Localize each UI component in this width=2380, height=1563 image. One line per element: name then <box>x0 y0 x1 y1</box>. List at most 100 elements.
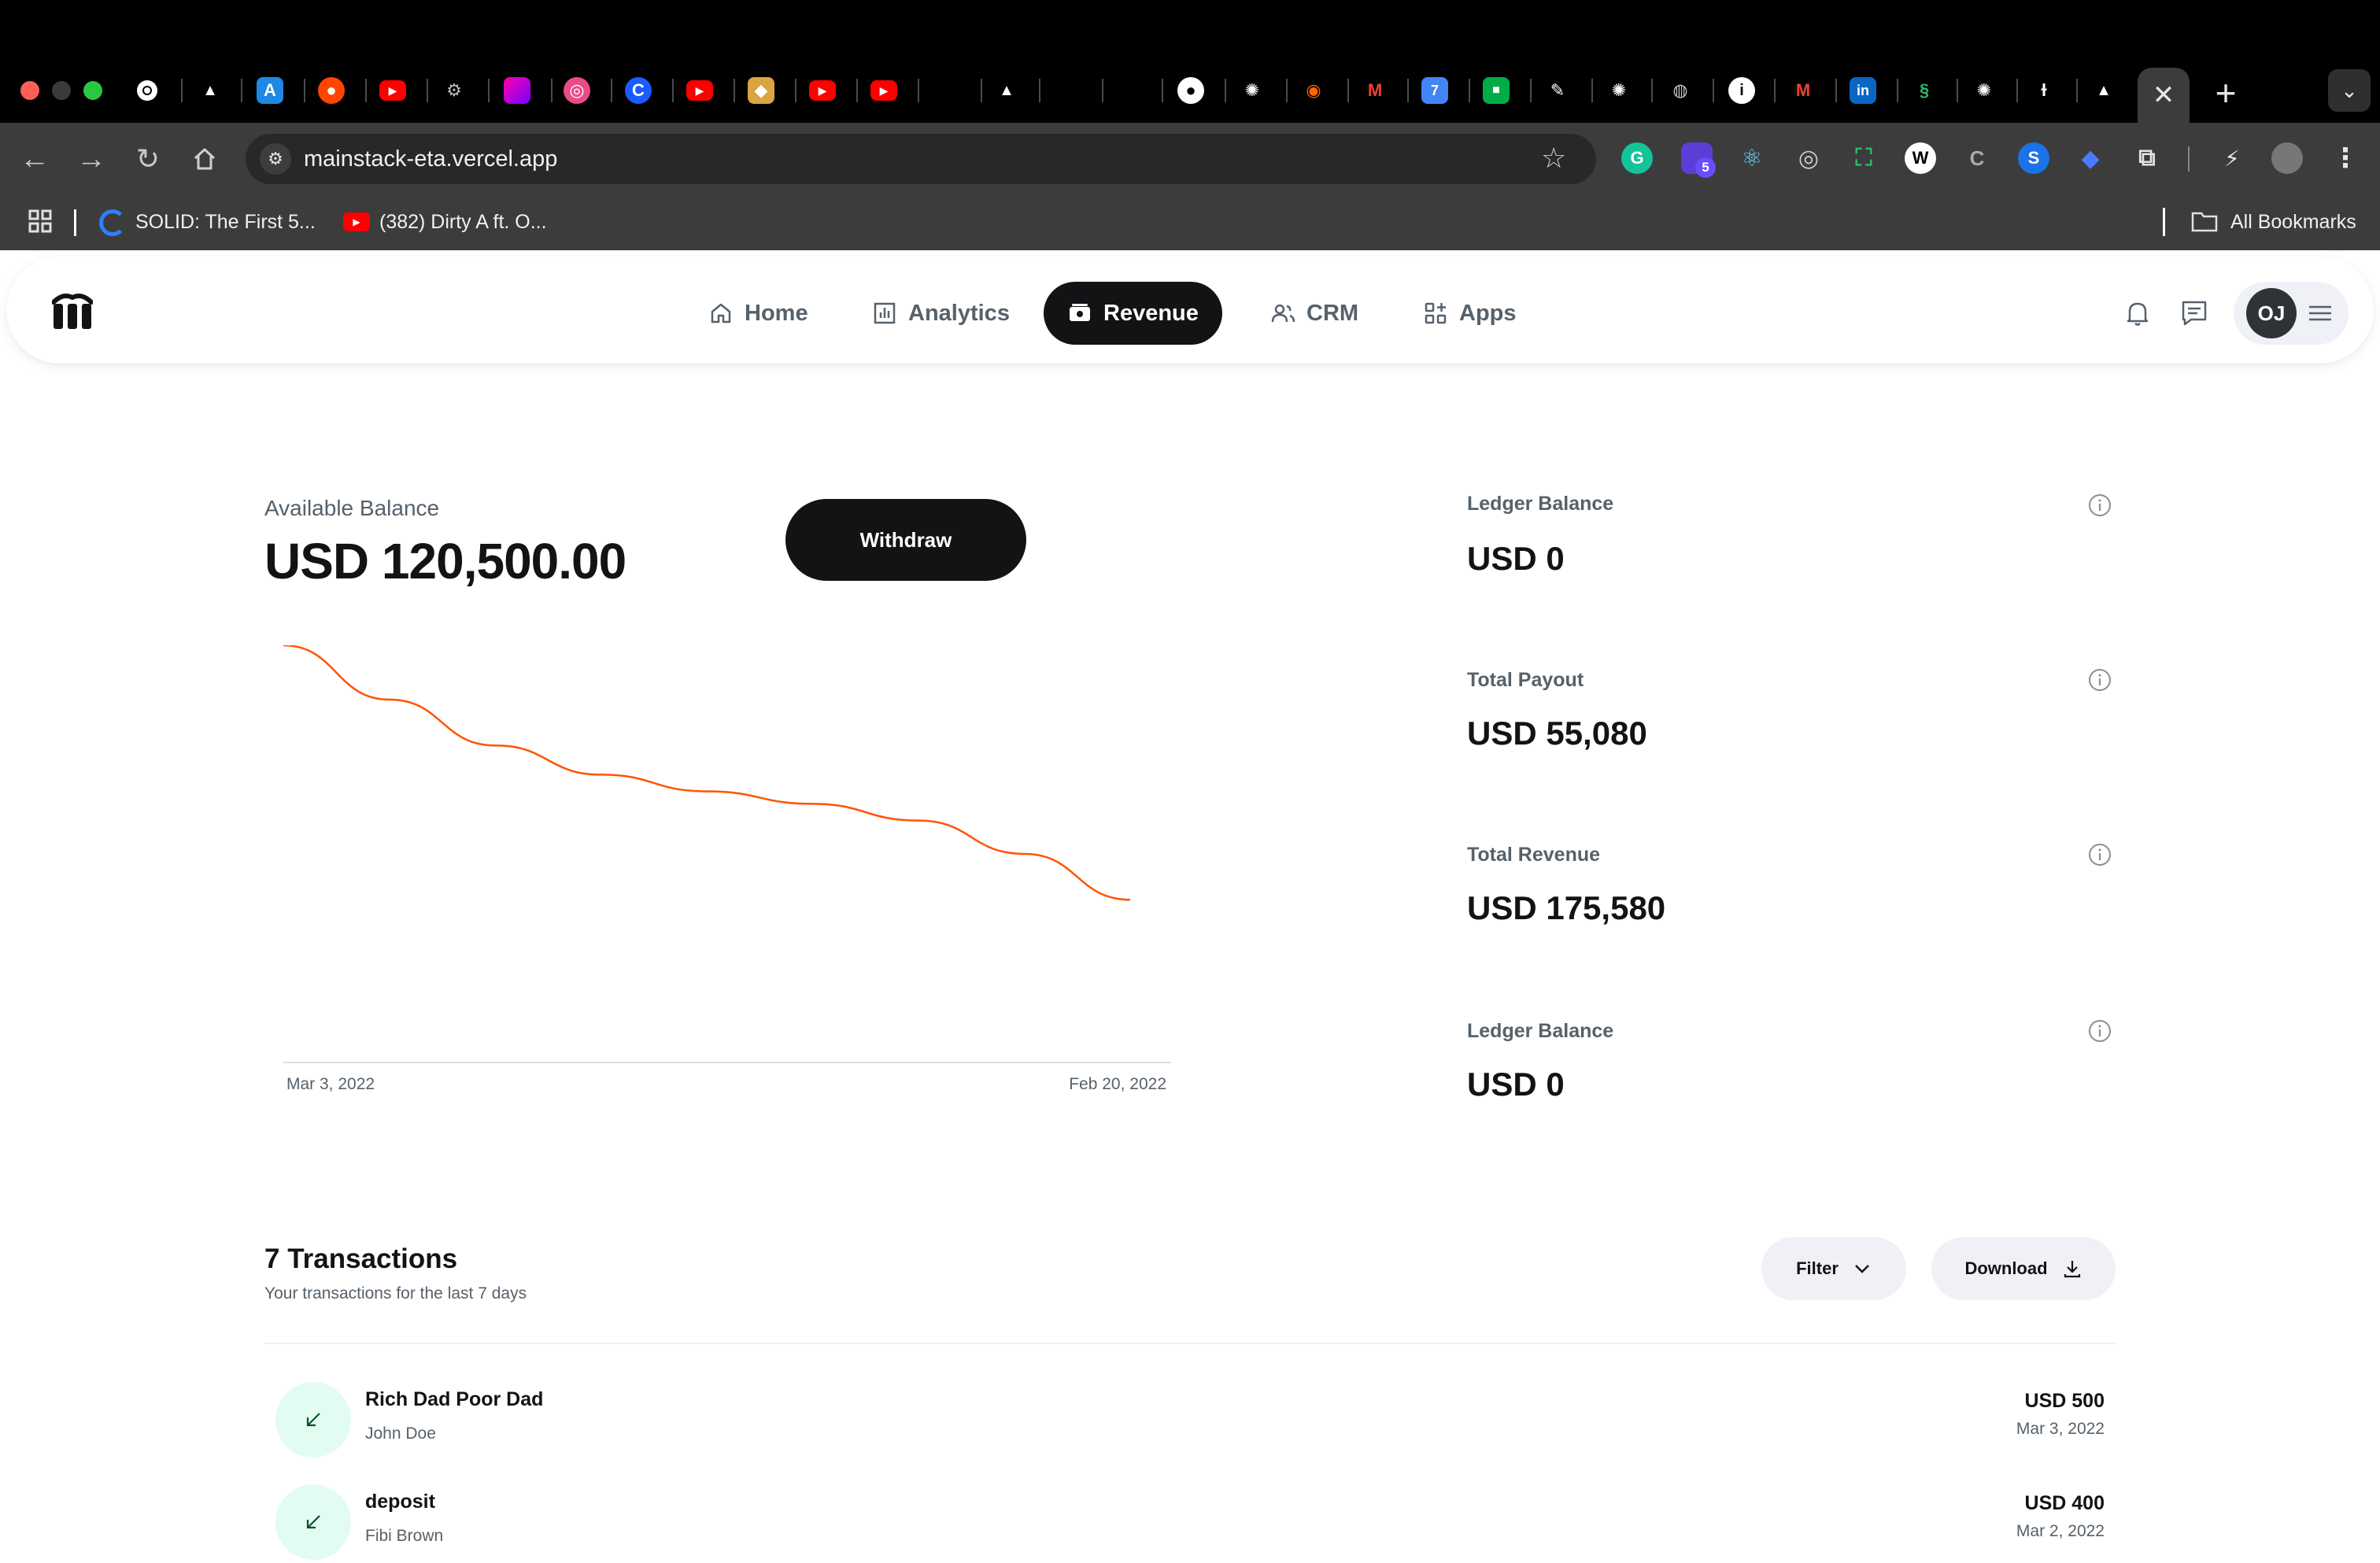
extension-badge: 5 <box>1695 157 1716 178</box>
bookmark-star-icon[interactable]: ☆ <box>1541 142 1566 175</box>
chatgpt-tab-icon-2[interactable]: ✺ <box>1606 77 1632 104</box>
transaction-row[interactable]: Rich Dad Poor Dad John Doe USD 500 Mar 3… <box>275 1382 2105 1461</box>
youtube-tab-icon-4[interactable]: ▶ <box>870 80 897 101</box>
notes-tab-icon[interactable]: ✎ <box>1544 77 1571 104</box>
css-extension-icon[interactable]: C <box>1961 142 1993 174</box>
tab-search-chevron-icon[interactable]: ⌄ <box>2328 69 2371 112</box>
nav-home-label: Home <box>745 300 808 326</box>
gmail-tab-icon[interactable]: M <box>1362 77 1388 104</box>
leaf-tab-icon[interactable]: § <box>1911 77 1938 104</box>
withdraw-button[interactable]: Withdraw <box>785 499 1026 581</box>
network-tab-icon[interactable]: ⚙ <box>441 77 468 104</box>
download-button[interactable]: Download <box>1931 1237 2116 1300</box>
meet-tab-icon[interactable]: ■ <box>1483 77 1510 104</box>
youtube-tab-icon-3[interactable]: ▶ <box>809 80 836 101</box>
linkedin-tab-icon[interactable]: in <box>1850 77 1876 104</box>
transactions-title: 7 Transactions <box>264 1243 458 1274</box>
grammarly-extension-icon[interactable]: G <box>1621 142 1653 174</box>
screenshot-extension-icon[interactable]: ⛶ <box>1848 142 1879 174</box>
transactions-divider <box>264 1343 2116 1344</box>
figma-tab-icon[interactable]: ɫ <box>2031 77 2057 104</box>
gradient-tab-icon[interactable] <box>504 77 530 104</box>
stat-ledger-balance-value: USD 0 <box>1467 540 1565 577</box>
performance-icon[interactable]: ⚡ <box>2216 142 2248 174</box>
wappalyzer-extension-icon[interactable]: W <box>1905 142 1936 174</box>
nav-apps[interactable]: Apps <box>1399 282 1540 345</box>
stat-total-revenue-value: USD 175,580 <box>1467 889 1666 926</box>
info-tab-icon[interactable]: i <box>1728 77 1755 104</box>
dribbble-tab-icon[interactable]: ◎ <box>564 77 590 104</box>
stat-total-payout-value: USD 55,080 <box>1467 715 1647 752</box>
zoom-window-button[interactable] <box>83 81 102 100</box>
home-icon <box>711 303 731 323</box>
incoming-arrow-icon <box>275 1484 351 1560</box>
close-tab-icon[interactable]: ✕ <box>2138 68 2190 123</box>
message-icon[interactable] <box>2177 296 2212 331</box>
react-devtools-icon[interactable]: ⚛ <box>1736 142 1768 174</box>
tag-extension-icon[interactable]: ◆ <box>2075 142 2106 174</box>
browser-menu-icon[interactable]: ⋮ <box>2330 142 2361 174</box>
target-extension-icon[interactable]: ◎ <box>1793 142 1824 174</box>
info-icon[interactable] <box>2087 1018 2112 1044</box>
all-bookmarks[interactable]: All Bookmarks <box>2230 208 2356 236</box>
calendar-tab-icon[interactable]: 7 <box>1421 77 1448 104</box>
nav-crm[interactable]: CRM <box>1247 282 1382 345</box>
gmail-tab-icon-2[interactable]: M <box>1790 77 1816 104</box>
vercel-tab-icon-2[interactable]: ▲ <box>2090 77 2117 104</box>
revenue-series-line <box>283 645 1131 901</box>
close-window-button[interactable] <box>20 81 39 100</box>
forward-arrow-icon[interactable]: → <box>71 139 112 179</box>
solid-bookmark-icon <box>99 209 126 236</box>
nav-home[interactable]: Home <box>685 282 832 345</box>
chatgpt-tab-icon-3[interactable]: ✺ <box>1971 77 1998 104</box>
home-browser-icon[interactable] <box>184 139 225 179</box>
transaction-date: Mar 2, 2022 <box>2016 1522 2105 1540</box>
hamburger-menu-icon[interactable] <box>2308 302 2333 324</box>
transactions-subtitle: Your transactions for the last 7 days <box>264 1284 527 1302</box>
globe-tab-icon[interactable]: ◍ <box>1667 77 1694 104</box>
extensions-puzzle-icon[interactable]: ⧉ <box>2131 142 2163 174</box>
reload-icon[interactable]: ↻ <box>128 139 168 179</box>
coinbase-tab-icon[interactable]: C <box>625 77 652 104</box>
url-text[interactable]: mainstack-eta.vercel.app <box>304 143 557 175</box>
bookmark-solid[interactable]: SOLID: The First 5... <box>135 208 316 236</box>
minimize-window-button[interactable] <box>52 81 71 100</box>
youtube-tab-icon[interactable]: ▶ <box>379 80 406 101</box>
bookmark-dirty-a[interactable]: (382) Dirty A ft. O... <box>379 208 547 236</box>
download-icon <box>2064 1261 2080 1278</box>
info-icon[interactable] <box>2087 842 2112 867</box>
eye-tab-icon[interactable]: ◉ <box>1300 77 1327 104</box>
shazam-extension-icon[interactable]: S <box>2018 142 2049 174</box>
filter-label: Filter <box>1796 1258 1839 1278</box>
x-tick-end: Feb 20, 2022 <box>1069 1075 1166 1093</box>
info-icon[interactable] <box>2087 493 2112 518</box>
transaction-amount: USD 400 <box>2024 1492 2105 1514</box>
notification-bell-icon[interactable] <box>2120 296 2155 331</box>
transaction-row[interactable]: deposit Fibi Brown USD 400 Mar 2, 2022 <box>275 1484 2105 1563</box>
github-tab-icon[interactable]: ● <box>1177 77 1204 104</box>
new-tab-button[interactable]: + <box>2204 71 2248 115</box>
stat-total-payout-label: Total Payout <box>1467 669 1584 691</box>
stat-ledger-balance-label: Ledger Balance <box>1467 493 1614 515</box>
stat-ledger-balance-2-value: USD 0 <box>1467 1066 1565 1103</box>
back-arrow-icon[interactable]: ← <box>14 139 55 179</box>
site-settings-icon[interactable]: ⚙ <box>260 143 291 175</box>
vercel-tab-icon[interactable]: ▲ <box>993 77 1020 104</box>
mainstack-logo[interactable] <box>51 293 94 331</box>
emoji-tab-icon[interactable]: ◆ <box>748 77 774 104</box>
apps-grid-icon[interactable] <box>28 209 52 237</box>
filter-button[interactable]: Filter <box>1761 1237 1906 1300</box>
profile-avatar-icon[interactable] <box>2271 142 2303 174</box>
nav-analytics[interactable]: Analytics <box>848 282 1033 345</box>
chrome-tab-icon[interactable] <box>134 77 161 104</box>
users-icon <box>1271 304 1295 323</box>
nav-revenue[interactable]: Revenue <box>1044 282 1222 345</box>
avatar[interactable]: OJ <box>2246 288 2297 338</box>
app-store-tab-icon[interactable]: A <box>257 77 283 104</box>
info-icon[interactable] <box>2087 667 2112 693</box>
reddit-tab-icon[interactable]: ● <box>318 77 345 104</box>
youtube-tab-icon-2[interactable]: ▶ <box>686 80 713 101</box>
chatgpt-tab-icon[interactable]: ✺ <box>1239 77 1266 104</box>
x-tick-start: Mar 3, 2022 <box>286 1075 375 1093</box>
drive-tab-icon[interactable]: ▲ <box>197 77 224 104</box>
